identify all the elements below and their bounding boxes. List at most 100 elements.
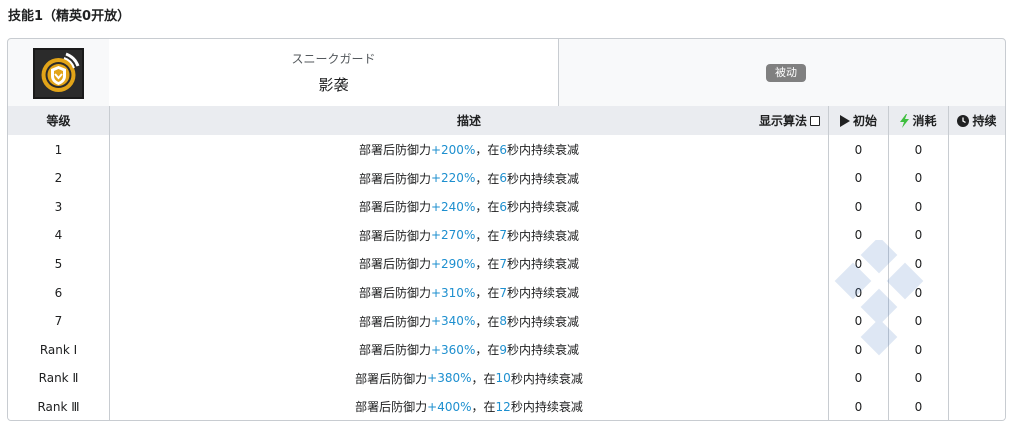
initial-cell: 0 [828, 335, 888, 364]
level-cell: 4 [54, 228, 63, 242]
desc-percent: +340% [430, 314, 476, 328]
desc-suffix: 秒内持续衰减 [507, 343, 580, 357]
level-cell: Rank Ⅰ [39, 342, 78, 357]
initial-cell: 0 [828, 392, 888, 420]
desc-suffix: 秒内持续衰减 [507, 314, 580, 329]
desc-seconds: 10 [495, 371, 511, 385]
skill-card: スニークガード 影袭 被动 等级 描述 显示算法 初始 消耗 持续 1 部署后防… [7, 38, 1006, 421]
desc-middle: ，在 [471, 371, 496, 386]
duration-cell [948, 221, 1005, 249]
desc-seconds: 9 [499, 342, 508, 357]
table-row: 4 部署后防御力 +270% ，在 7 秒内持续衰减 0 0 [8, 221, 1005, 250]
initial-cell: 0 [828, 164, 888, 192]
desc-seconds: 7 [499, 285, 508, 300]
duration-cell [948, 192, 1005, 221]
table-header-row: 等级 描述 显示算法 初始 消耗 持续 [8, 106, 1005, 136]
header-description-label: 描述 [456, 114, 481, 128]
table-row: 3 部署后防御力 +240% ，在 6 秒内持续衰减 0 0 [8, 192, 1005, 222]
initial-cell: 0 [828, 135, 888, 164]
initial-cell: 0 [828, 364, 888, 392]
desc-seconds: 12 [495, 399, 511, 414]
description-cell: 部署后防御力 +270% ，在 7 秒内持续衰减 [109, 221, 828, 249]
desc-suffix: 秒内持续衰减 [510, 371, 583, 386]
header-level: 等级 [46, 114, 71, 128]
header-duration: 持续 [948, 106, 1005, 135]
initial-cell: 0 [828, 192, 888, 221]
table-row: 2 部署后防御力 +220% ，在 6 秒内持续衰减 0 0 [8, 164, 1005, 193]
description-cell: 部署后防御力 +310% ，在 7 秒内持续衰减 [109, 278, 828, 307]
level-cell: 7 [54, 314, 63, 328]
duration-cell [948, 135, 1005, 164]
desc-percent: +380% [427, 371, 472, 385]
header-initial: 初始 [828, 106, 888, 135]
desc-suffix: 秒内持续衰减 [507, 171, 580, 186]
description-cell: 部署后防御力 +360% ，在 9 秒内持续衰减 [109, 335, 828, 364]
cost-cell: 0 [888, 392, 948, 420]
header-description: 描述 显示算法 [109, 106, 828, 135]
show-algorithm-toggle[interactable]: 显示算法 [759, 106, 820, 135]
desc-seconds: 7 [499, 256, 508, 271]
header-cost: 消耗 [888, 106, 948, 135]
cost-cell: 0 [888, 335, 948, 364]
cost-cell: 0 [888, 192, 948, 221]
description-cell: 部署后防御力 +290% ，在 7 秒内持续衰减 [109, 249, 828, 278]
table-row: 5 部署后防御力 +290% ，在 7 秒内持续衰减 0 0 [8, 249, 1005, 279]
desc-prefix: 部署后防御力 [358, 200, 431, 214]
cost-cell: 0 [888, 307, 948, 335]
desc-suffix: 秒内持续衰减 [510, 400, 583, 414]
duration-cell [948, 164, 1005, 192]
duration-cell [948, 307, 1005, 335]
description-cell: 部署后防御力 +200% ，在 6 秒内持续衰减 [109, 135, 828, 164]
duration-cell [948, 278, 1005, 307]
cost-cell: 0 [888, 249, 948, 278]
desc-middle: ，在 [475, 314, 500, 329]
desc-suffix: 秒内持续衰减 [507, 228, 580, 243]
header-initial-label: 初始 [852, 114, 877, 128]
desc-prefix: 部署后防御力 [358, 343, 431, 357]
desc-prefix: 部署后防御力 [358, 143, 431, 157]
desc-seconds: 6 [499, 199, 508, 214]
initial-cell: 0 [828, 278, 888, 307]
level-cell: Rank Ⅱ [38, 371, 79, 385]
passive-badge: 被动 [766, 64, 806, 82]
desc-middle: ，在 [471, 400, 496, 414]
desc-percent: +310% [430, 285, 476, 300]
desc-prefix: 部署后防御力 [358, 257, 431, 271]
desc-middle: ，在 [475, 200, 500, 214]
table-row: 7 部署后防御力 +340% ，在 8 秒内持续衰减 0 0 [8, 307, 1005, 336]
skill-header: スニークガード 影袭 被动 [8, 39, 1005, 107]
desc-prefix: 部署后防御力 [358, 228, 431, 243]
desc-prefix: 部署后防御力 [358, 314, 431, 329]
skill-kana: スニークガード [291, 52, 376, 66]
desc-suffix: 秒内持续衰减 [507, 286, 580, 300]
skill-name-cell: スニークガード 影袭 [109, 39, 559, 106]
desc-seconds: 6 [499, 171, 508, 185]
cost-cell: 0 [888, 221, 948, 249]
desc-percent: +240% [430, 199, 476, 214]
desc-prefix: 部署后防御力 [358, 286, 431, 300]
skill-name: 影袭 [318, 76, 349, 94]
play-icon [839, 114, 850, 127]
desc-percent: +400% [427, 399, 472, 414]
desc-middle: ，在 [475, 228, 500, 243]
level-cell: 3 [54, 199, 63, 214]
clock-icon [957, 114, 970, 127]
level-cell: 1 [54, 142, 63, 157]
desc-suffix: 秒内持续衰减 [507, 257, 580, 271]
desc-middle: ，在 [475, 343, 500, 357]
description-cell: 部署后防御力 +400% ，在 12 秒内持续衰减 [109, 392, 828, 420]
duration-cell [948, 364, 1005, 392]
initial-cell: 0 [828, 307, 888, 335]
level-cell: 6 [54, 285, 63, 300]
desc-suffix: 秒内持续衰减 [507, 143, 580, 157]
skill-icon-cell [8, 39, 110, 106]
section-title: 技能1（精英0开放） [8, 9, 131, 24]
desc-prefix: 部署后防御力 [355, 371, 428, 386]
skill-type-cell: 被动 [558, 39, 1005, 106]
cost-cell: 0 [888, 135, 948, 164]
show-algorithm-checkbox[interactable] [810, 115, 820, 126]
cost-cell: 0 [888, 278, 948, 307]
shield-skill-icon [33, 48, 84, 99]
level-cell: 2 [54, 171, 63, 185]
header-cost-label: 消耗 [912, 114, 937, 128]
